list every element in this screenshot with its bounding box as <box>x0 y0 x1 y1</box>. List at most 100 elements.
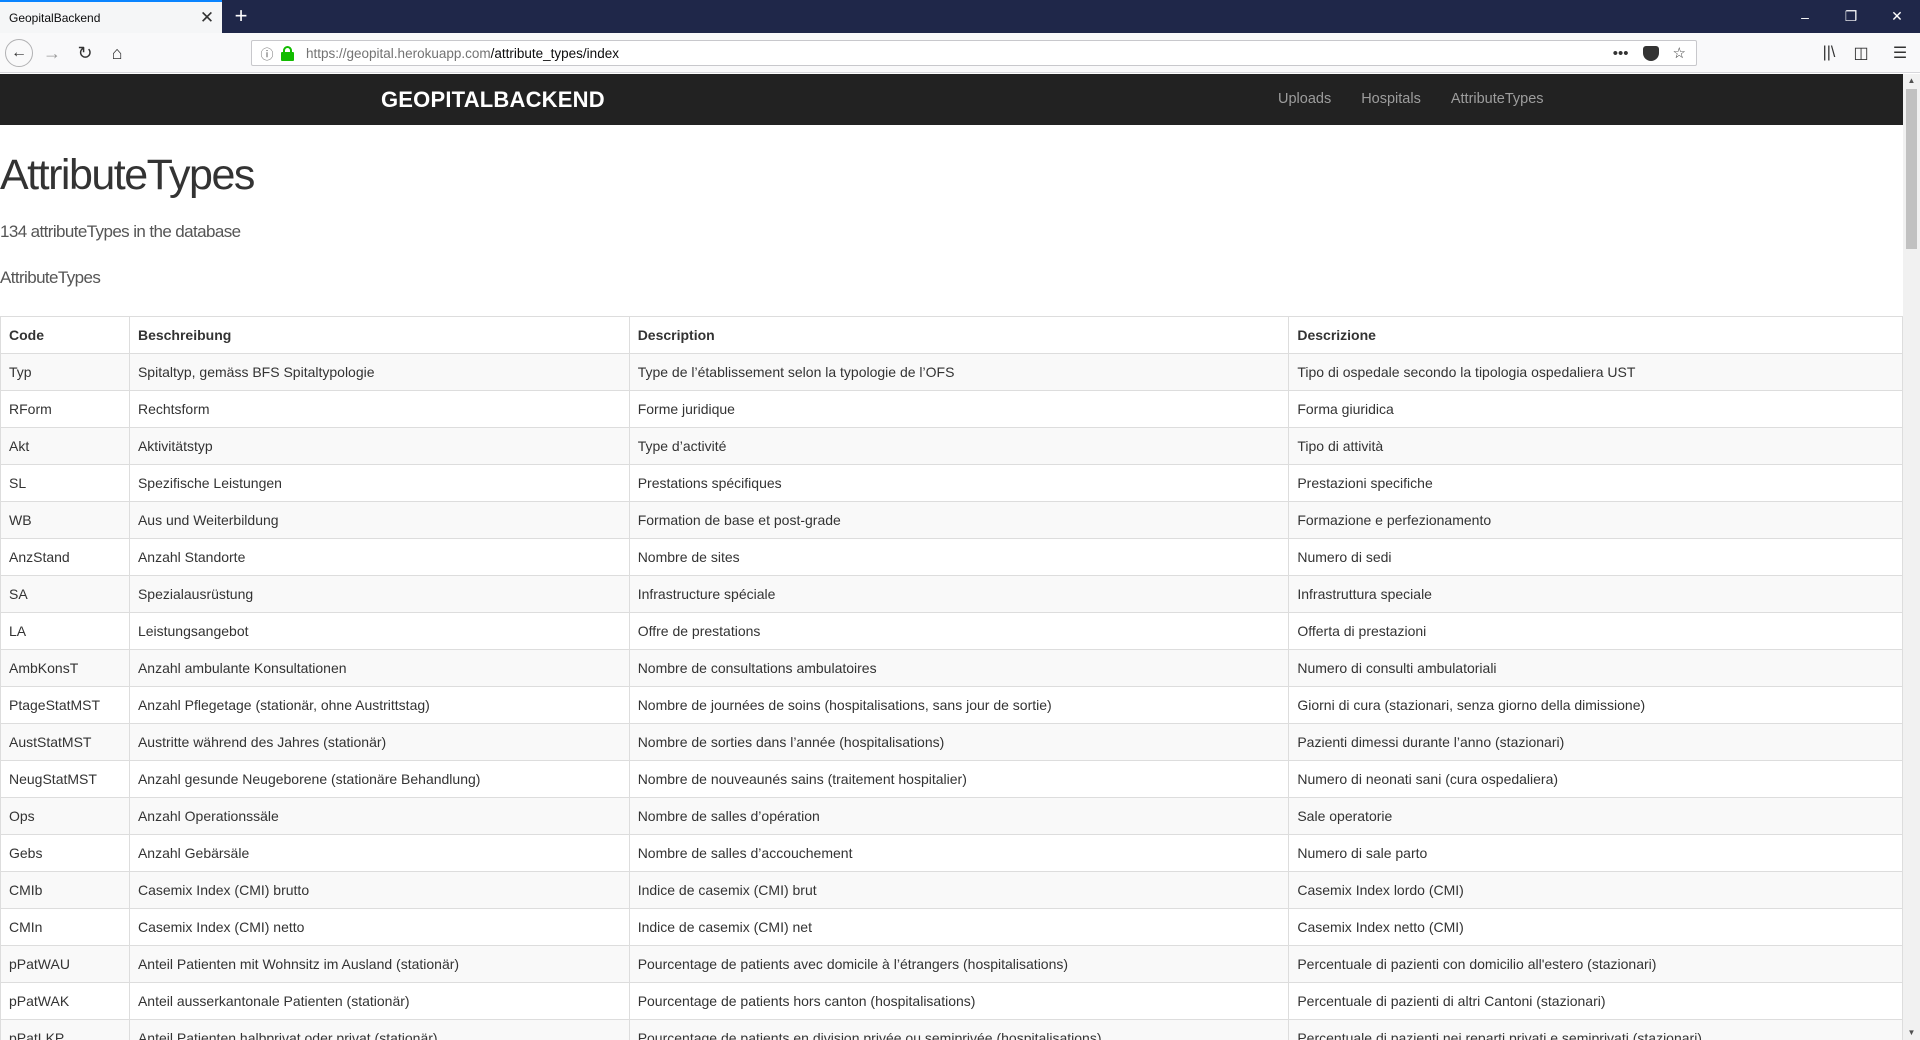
url-text[interactable]: https://geopital.herokuapp.com/attribute… <box>306 46 1613 61</box>
cell-descrizione: Numero di sedi <box>1288 538 1903 577</box>
cell-code: SA <box>0 575 130 614</box>
scrollbar-thumb[interactable] <box>1906 89 1917 249</box>
cell-code: pPatWAK <box>0 982 130 1021</box>
cell-description: Forme juridique <box>628 390 1290 429</box>
table-row: SL Spezifische Leistungen Prestations spéc… <box>0 464 1903 503</box>
table-row: AmbKonsT Anzahl ambulante Konsultationen N… <box>0 649 1903 688</box>
cell-beschreibung: Anzahl ambulante Konsultationen <box>128 649 630 688</box>
cell-beschreibung: Anteil ausserkantonale Patienten (statio… <box>128 982 630 1021</box>
home-icon[interactable]: ⌂ <box>103 39 131 67</box>
cell-beschreibung: Spitaltyp, gemäss BFS Spitaltypologie <box>128 353 630 392</box>
cell-description: Nombre de consultations ambulatoires <box>628 649 1290 688</box>
library-icon[interactable]: ||\ <box>1815 39 1843 67</box>
table-row: pPatWAK Anteil ausserkantonale Patienten … <box>0 982 1903 1021</box>
browser-tab[interactable]: GeopitalBackend ✕ <box>0 0 222 33</box>
table-row: Typ Spitaltyp, gemäss BFS Spitaltypologie… <box>0 353 1903 392</box>
pocket-icon[interactable] <box>1642 45 1659 61</box>
table-body: Typ Spitaltyp, gemäss BFS Spitaltypologie… <box>0 353 1903 1040</box>
table-caption: AttributeTypes <box>0 268 101 288</box>
cell-code: AustStatMST <box>0 723 130 762</box>
browser-tab-bar: GeopitalBackend ✕ + – ❐ ✕ <box>0 0 1920 33</box>
cell-description: Indice de casemix (CMI) brut <box>628 871 1290 910</box>
cell-code: CMIn <box>0 908 130 947</box>
table-row: WB Aus und Weiterbildung Formation de base… <box>0 501 1903 540</box>
reload-icon[interactable]: ↻ <box>71 39 99 67</box>
lock-icon[interactable] <box>280 46 296 61</box>
cell-description: Type de l’établissement selon la typolog… <box>628 353 1290 392</box>
cell-code: AmbKonsT <box>0 649 130 688</box>
cell-descrizione: Numero di neonati sani (cura ospedaliera… <box>1288 760 1903 799</box>
cell-beschreibung: Leistungsangebot <box>128 612 630 651</box>
table-row: AnzStand Anzahl Standorte Nombre de sites N… <box>0 538 1903 577</box>
nav-link-uploads[interactable]: Uploads <box>1263 74 1346 125</box>
close-tab-icon[interactable]: ✕ <box>192 8 222 28</box>
forward-icon[interactable]: → <box>38 39 66 67</box>
table-row: AustStatMST Austritte während des Jahres … <box>0 723 1903 762</box>
info-icon[interactable]: ⓘ <box>256 44 278 63</box>
cell-beschreibung: Spezifische Leistungen <box>128 464 630 503</box>
cell-description: Pourcentage de patients hors canton (hos… <box>628 982 1290 1021</box>
header-descrizione: Descrizione <box>1288 316 1903 355</box>
cell-beschreibung: Rechtsform <box>128 390 630 429</box>
cell-descrizione: Prestazioni specifiche <box>1288 464 1903 503</box>
header-beschreibung: Beschreibung <box>128 316 630 355</box>
page-actions-icon[interactable]: ••• <box>1613 45 1629 62</box>
sidebar-icon[interactable]: ◫ <box>1847 39 1875 67</box>
cell-beschreibung: Anzahl gesunde Neugeborene (stationäre B… <box>128 760 630 799</box>
table-header-row: Code Beschreibung Description Descrizion… <box>0 316 1903 355</box>
nav-link-attributetypes[interactable]: AttributeTypes <box>1436 74 1559 125</box>
restore-icon[interactable]: ❐ <box>1828 0 1874 33</box>
cell-descrizione: Pazienti dimessi durante l’anno (stazion… <box>1288 723 1903 762</box>
header-description: Description <box>628 316 1290 355</box>
tab-title: GeopitalBackend <box>9 10 101 25</box>
cell-descrizione: Forma giuridica <box>1288 390 1903 429</box>
cell-code: Gebs <box>0 834 130 873</box>
nav-link-hospitals[interactable]: Hospitals <box>1346 74 1436 125</box>
close-window-icon[interactable]: ✕ <box>1874 0 1920 33</box>
site-navbar: GEOPITALBACKEND Uploads Hospitals Attrib… <box>0 74 1903 125</box>
cell-beschreibung: Aus und Weiterbildung <box>128 501 630 540</box>
cell-code: PtageStatMST <box>0 686 130 725</box>
cell-beschreibung: Casemix Index (CMI) brutto <box>128 871 630 910</box>
cell-beschreibung: Spezialausrüstung <box>128 575 630 614</box>
cell-description: Nombre de nouveaunés sains (traitement h… <box>628 760 1290 799</box>
table-row: pPatWAU Anteil Patienten mit Wohnsitz im … <box>0 945 1903 984</box>
cell-beschreibung: Aktivitätstyp <box>128 427 630 466</box>
cell-code: pPatWAU <box>0 945 130 984</box>
site-brand[interactable]: GEOPITALBACKEND <box>381 87 605 113</box>
cell-descrizione: Giorni di cura (stazionari, senza giorno… <box>1288 686 1903 725</box>
table-row: pPatLKP Anteil Patienten halbprivat oder … <box>0 1019 1903 1040</box>
header-code: Code <box>0 316 130 355</box>
minimize-icon[interactable]: – <box>1782 0 1828 33</box>
table-row: NeugStatMST Anzahl gesunde Neugeborene (s… <box>0 760 1903 799</box>
scroll-up-icon[interactable]: ▲ <box>1903 74 1920 88</box>
cell-code: Typ <box>0 353 130 392</box>
scroll-down-icon[interactable]: ▼ <box>1903 1026 1920 1040</box>
cell-descrizione: Offerta di prestazioni <box>1288 612 1903 651</box>
bookmark-star-icon[interactable]: ☆ <box>1673 44 1686 62</box>
cell-description: Indice de casemix (CMI) net <box>628 908 1290 947</box>
menu-icon[interactable]: ☰ <box>1886 39 1914 67</box>
vertical-scrollbar[interactable]: ▲ ▼ <box>1903 74 1920 1040</box>
attribute-types-table: Code Beschreibung Description Descrizion… <box>0 316 1903 1040</box>
address-bar[interactable]: ⓘ https://geopital.herokuapp.com/attribu… <box>251 40 1697 66</box>
cell-descrizione: Numero di sale parto <box>1288 834 1903 873</box>
cell-beschreibung: Anzahl Operationssäle <box>128 797 630 836</box>
cell-description: Type d’activité <box>628 427 1290 466</box>
back-icon[interactable]: ← <box>5 39 33 67</box>
site-nav-links: Uploads Hospitals AttributeTypes <box>1263 74 1559 125</box>
table-row: LA Leistungsangebot Offre de prestations Of… <box>0 612 1903 651</box>
cell-code: Ops <box>0 797 130 836</box>
table-row: CMIb Casemix Index (CMI) brutto Indice de … <box>0 871 1903 910</box>
cell-description: Infrastructure spéciale <box>628 575 1290 614</box>
cell-descrizione: Sale operatorie <box>1288 797 1903 836</box>
table-row: Gebs Anzahl Gebärsäle Nombre de salles d’a… <box>0 834 1903 873</box>
table-row: RForm Rechtsform Forme juridique Forma giur… <box>0 390 1903 429</box>
cell-code: RForm <box>0 390 130 429</box>
cell-descrizione: Tipo di ospedale secondo la tipologia os… <box>1288 353 1903 392</box>
url-path: /attribute_types/index <box>490 45 619 61</box>
cell-description: Nombre de sorties dans l’année (hospital… <box>628 723 1290 762</box>
cell-code: CMIb <box>0 871 130 910</box>
cell-code: pPatLKP <box>0 1019 130 1040</box>
new-tab-icon[interactable]: + <box>229 4 253 28</box>
